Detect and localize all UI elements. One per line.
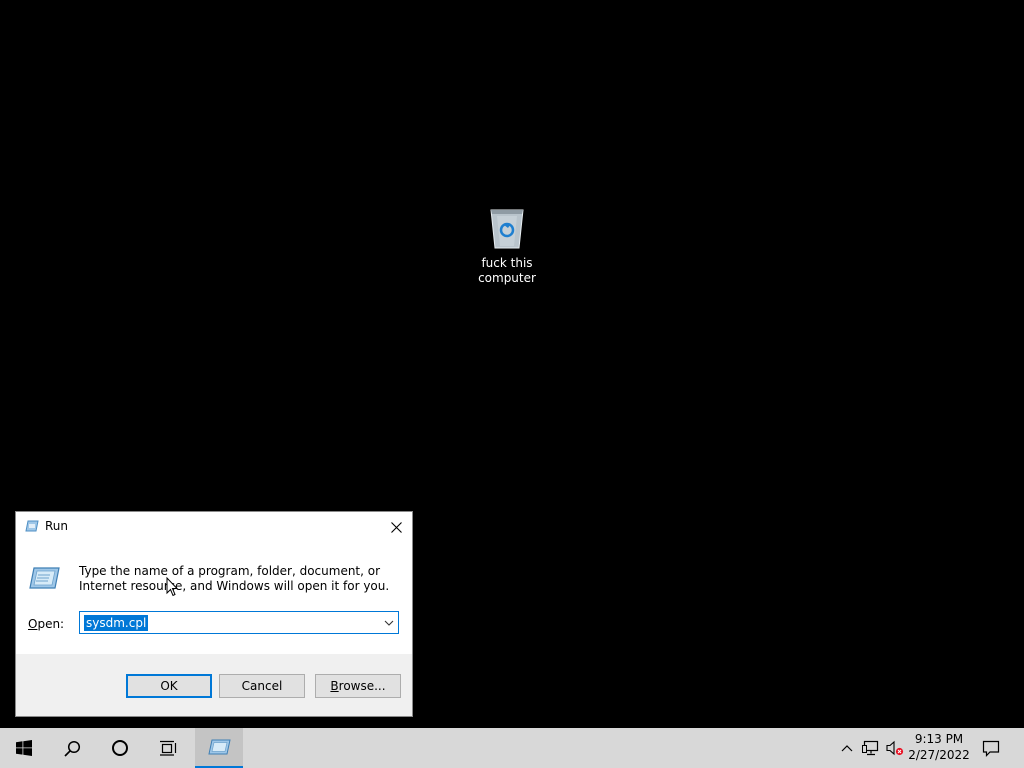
run-dialog-title: Run bbox=[45, 519, 69, 533]
show-hidden-icons-button[interactable] bbox=[838, 728, 856, 768]
clock[interactable]: 9:13 PM 2/27/2022 bbox=[904, 731, 974, 763]
open-label: Open: bbox=[28, 617, 65, 631]
clock-time: 9:13 PM bbox=[914, 732, 964, 746]
run-program-icon bbox=[28, 566, 60, 593]
close-icon bbox=[390, 521, 402, 533]
cortana-icon bbox=[112, 740, 128, 756]
run-icon bbox=[25, 520, 39, 535]
task-view-button[interactable] bbox=[144, 728, 192, 768]
network-icon bbox=[862, 740, 879, 756]
close-button[interactable] bbox=[380, 512, 412, 542]
cortana-button[interactable] bbox=[96, 728, 144, 768]
notification-icon bbox=[982, 740, 1000, 757]
taskbar-run-app[interactable] bbox=[195, 728, 243, 768]
recycle-bin-shortcut[interactable]: fuck this computer bbox=[468, 204, 546, 286]
taskbar: 9:13 PM 2/27/2022 bbox=[0, 728, 1024, 768]
run-app-icon bbox=[208, 739, 231, 755]
start-button[interactable] bbox=[0, 728, 48, 768]
search-icon bbox=[63, 740, 80, 757]
browse-button[interactable]: Browse... bbox=[315, 674, 401, 698]
run-description: Type the name of a program, folder, docu… bbox=[79, 564, 390, 593]
chevron-up-icon bbox=[841, 745, 853, 752]
volume-muted-icon bbox=[886, 740, 904, 756]
mouse-cursor-icon bbox=[166, 576, 179, 600]
run-dialog-titlebar[interactable]: Run bbox=[16, 512, 412, 542]
ok-button[interactable]: OK bbox=[126, 674, 212, 698]
recycle-bin-icon bbox=[490, 209, 524, 249]
run-dialog-body: Type the name of a program, folder, docu… bbox=[16, 542, 412, 654]
recycle-bin-label: fuck this computer bbox=[478, 256, 536, 285]
network-button[interactable] bbox=[860, 728, 882, 768]
run-dialog-footer: OK Cancel Browse... bbox=[16, 654, 412, 716]
chevron-down-icon[interactable] bbox=[384, 617, 394, 631]
clock-date: 2/27/2022 bbox=[908, 748, 970, 762]
cancel-button[interactable]: Cancel bbox=[219, 674, 305, 698]
run-dialog: Run Type the name of a program, folder, … bbox=[15, 511, 413, 717]
volume-button[interactable] bbox=[884, 728, 906, 768]
open-combobox[interactable]: sysdm.cpl bbox=[79, 611, 399, 634]
task-view-icon bbox=[160, 740, 177, 756]
open-input-value[interactable]: sysdm.cpl bbox=[84, 615, 149, 631]
search-button[interactable] bbox=[48, 728, 96, 768]
action-center-button[interactable] bbox=[976, 728, 1006, 768]
start-icon bbox=[16, 740, 32, 756]
